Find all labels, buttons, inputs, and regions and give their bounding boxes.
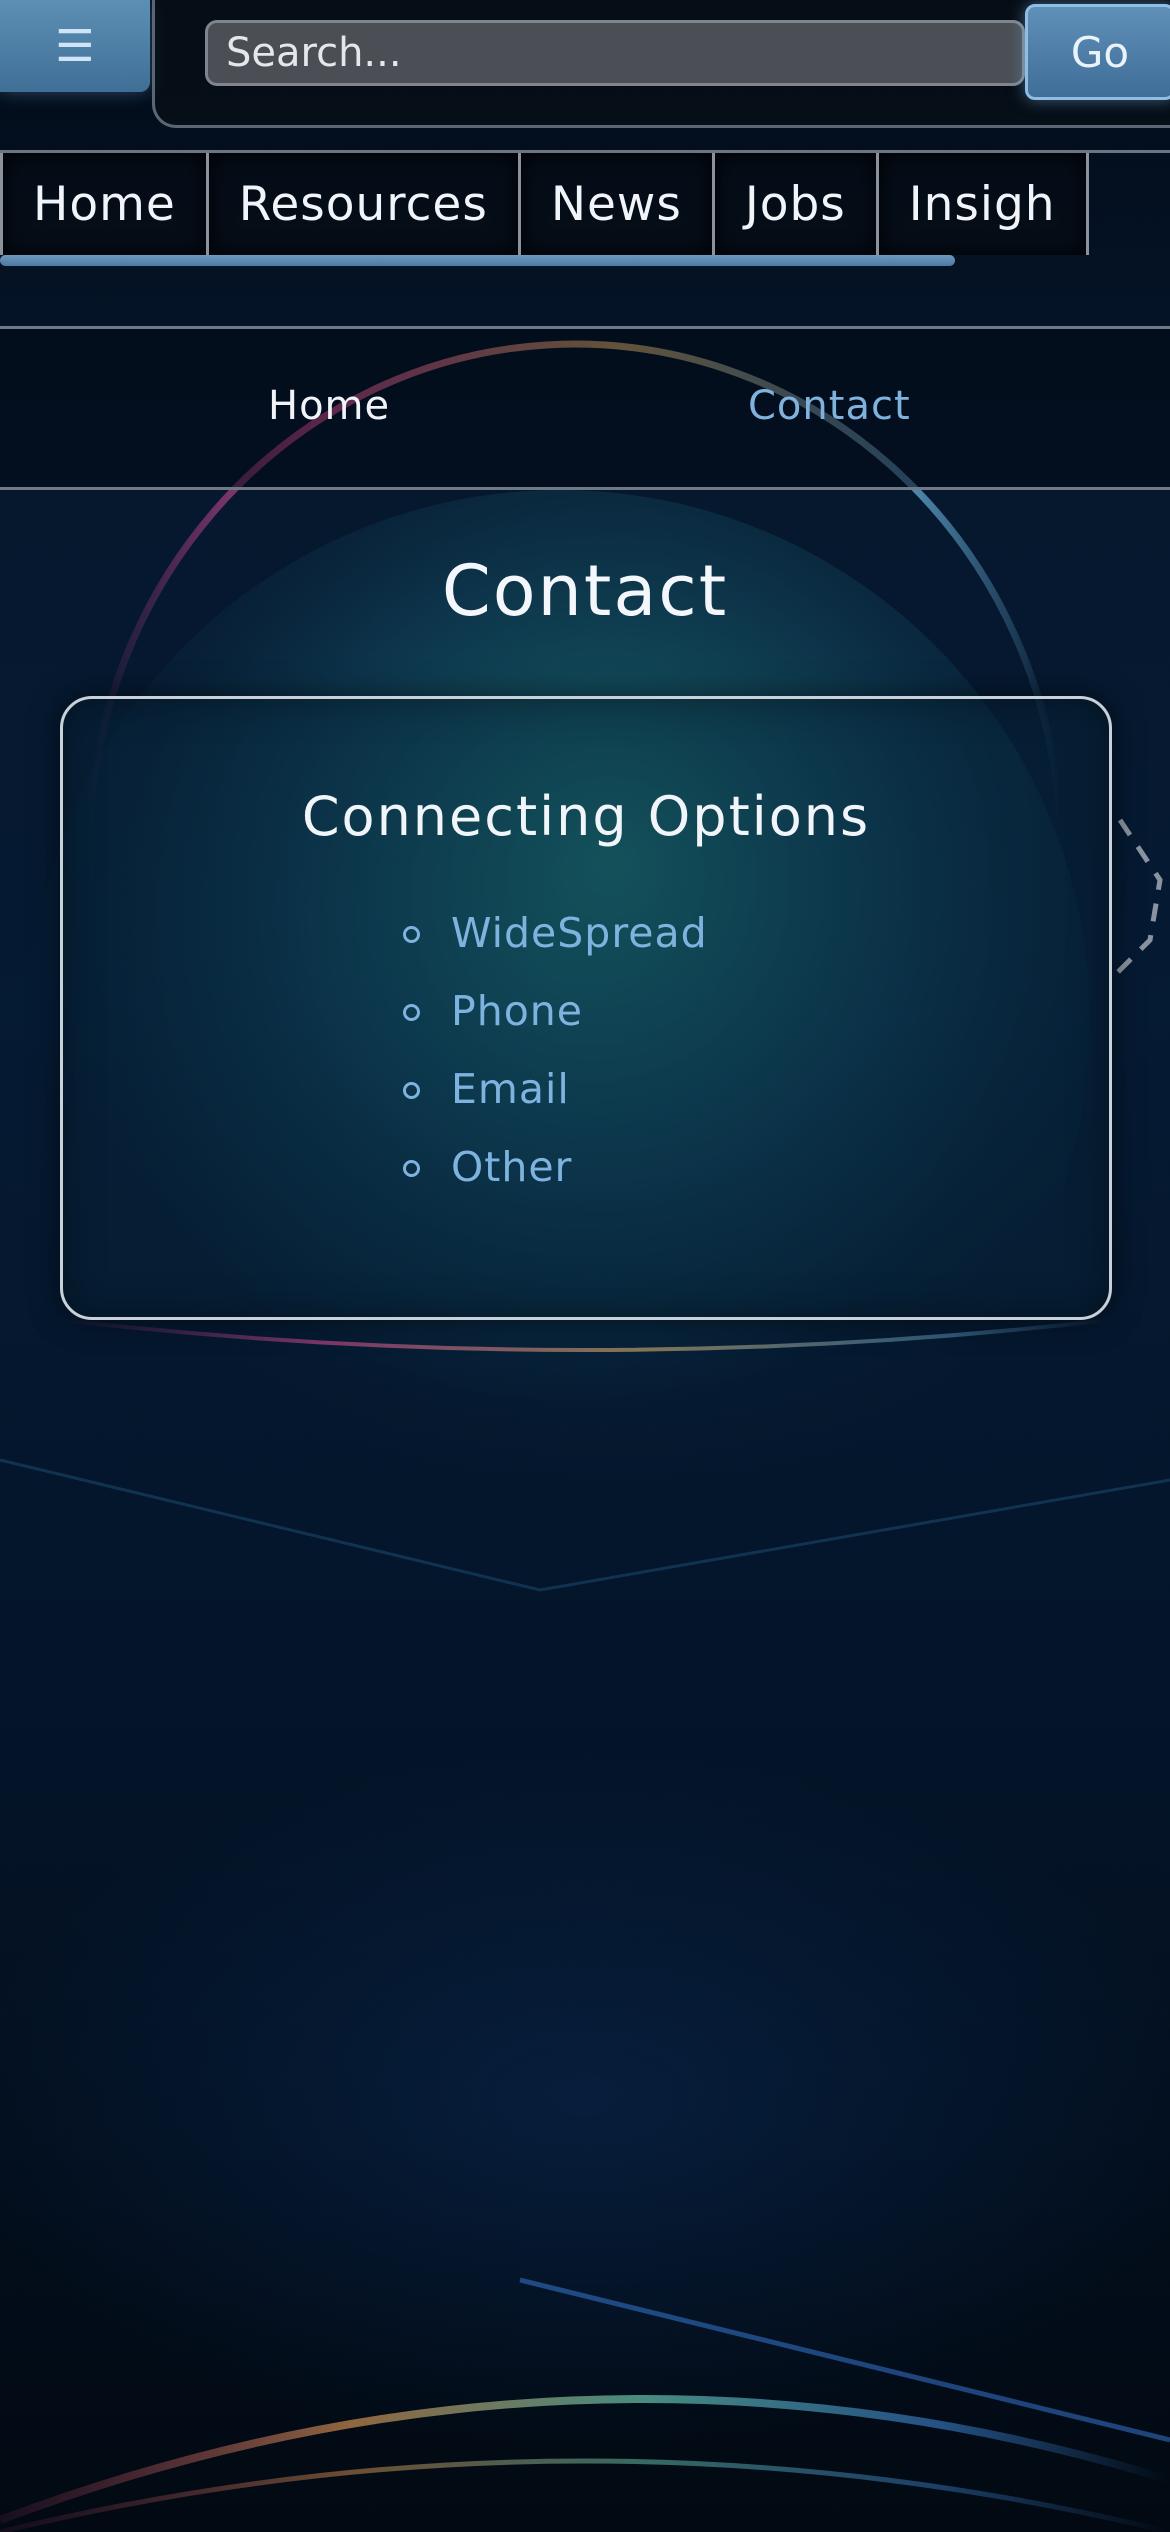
hamburger-menu-icon: ☰ xyxy=(55,20,95,72)
option-label: Phone xyxy=(451,987,584,1035)
breadcrumb-current: Contact xyxy=(748,383,911,429)
tab-home[interactable]: Home xyxy=(0,153,209,255)
bullet-icon xyxy=(403,1082,420,1099)
tab-resources[interactable]: Resources xyxy=(208,153,521,255)
menu-button[interactable]: ☰ xyxy=(0,0,150,92)
options-list: WideSpread Phone Email Other xyxy=(403,909,708,1221)
connecting-options-card: Connecting Options WideSpread Phone Emai… xyxy=(60,696,1112,1320)
option-widespread[interactable]: WideSpread xyxy=(403,909,708,987)
option-label: Email xyxy=(451,1065,570,1113)
nav-scrollbar[interactable] xyxy=(0,255,955,266)
card-title: Connecting Options xyxy=(301,785,871,848)
option-label: Other xyxy=(451,1143,573,1191)
go-button[interactable]: Go xyxy=(1025,4,1170,100)
bullet-icon xyxy=(403,1160,420,1177)
option-label: WideSpread xyxy=(451,909,708,957)
bullet-icon xyxy=(403,926,420,943)
option-phone[interactable]: Phone xyxy=(403,987,708,1065)
tab-jobs[interactable]: Jobs xyxy=(714,153,879,255)
option-other[interactable]: Other xyxy=(403,1143,708,1221)
main-nav: Home Resources News Jobs Insigh xyxy=(0,150,1170,258)
breadcrumb: Home Contact xyxy=(0,326,1170,490)
option-email[interactable]: Email xyxy=(403,1065,708,1143)
tab-insights[interactable]: Insigh xyxy=(878,153,1089,255)
bullet-icon xyxy=(403,1004,420,1021)
tab-news[interactable]: News xyxy=(520,153,715,255)
page-title: Contact xyxy=(441,550,729,632)
breadcrumb-home-link[interactable]: Home xyxy=(268,383,390,429)
search-input[interactable] xyxy=(205,20,1025,86)
top-bar: ☰ Go xyxy=(0,0,1170,150)
